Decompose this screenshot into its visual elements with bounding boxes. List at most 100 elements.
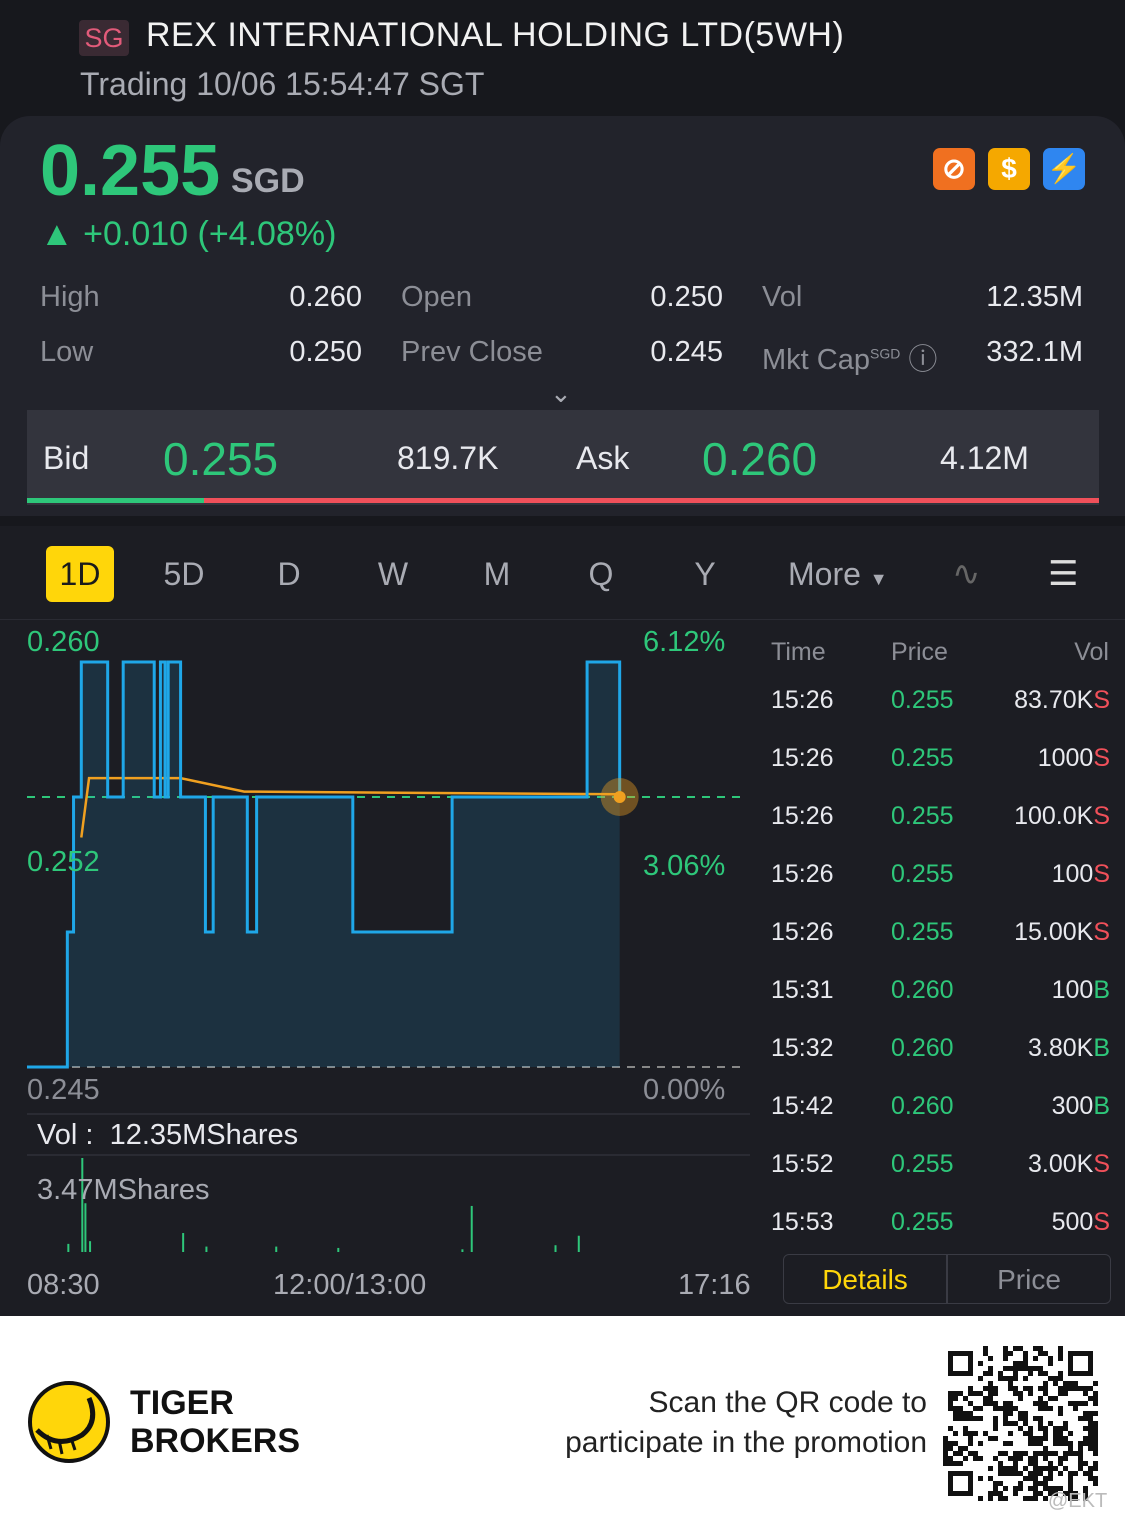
ask-price: 0.260 <box>702 433 818 485</box>
stat-value: 0.260 <box>289 281 362 313</box>
volume-bar <box>554 1245 557 1252</box>
tiger-brokers-logo <box>28 1381 110 1463</box>
pct-tick: 0.00% <box>643 1074 726 1106</box>
trade-price: 0.260 <box>891 976 954 1004</box>
market-badge: SG <box>79 20 129 56</box>
volume-bar <box>205 1246 208 1252</box>
trade-price: 0.255 <box>891 1208 954 1236</box>
trade-volume: 83.70KS <box>1014 686 1110 714</box>
stat-value: 0.250 <box>650 281 723 313</box>
trade-time: 15:31 <box>771 976 834 1004</box>
y-tick: 0.252 <box>27 846 100 878</box>
stat-label: Mkt CapSGD ⓘ <box>762 344 938 376</box>
trading-status: Trading 10/06 15:54:47 SGT <box>80 66 485 102</box>
volume-summary: Vol : 12.35MShares <box>37 1119 299 1151</box>
trade-price: 0.260 <box>891 1034 954 1062</box>
currency-sup: SGD <box>869 345 901 362</box>
trade-time: 15:32 <box>771 1034 834 1062</box>
stat-label: Prev Close <box>401 336 543 368</box>
trade-volume: 3.00KS <box>1027 1150 1110 1178</box>
ask-label: Ask <box>576 440 630 476</box>
tab-d[interactable]: D <box>255 546 323 602</box>
stat-value: 332.1M <box>986 336 1083 368</box>
details-button[interactable]: Details <box>783 1254 947 1304</box>
volume-bar <box>461 1249 464 1252</box>
trade-time: 15:53 <box>771 1208 834 1236</box>
trade-time: 15:26 <box>771 860 834 888</box>
volume-max: 3.47MShares <box>37 1174 210 1206</box>
promo-text: participate in the promotion <box>565 1426 927 1459</box>
stock-title: REX INTERNATIONAL HOLDING LTD(5WH) <box>146 16 845 54</box>
y-tick: 0.260 <box>27 626 100 658</box>
currency: SGD <box>231 162 305 200</box>
qr-code[interactable] <box>943 1346 1098 1501</box>
trade-price: 0.255 <box>891 918 954 946</box>
ask-ratio-bar <box>203 498 1099 503</box>
tab-m[interactable]: M <box>463 546 531 602</box>
tab-q[interactable]: Q <box>567 546 635 602</box>
up-triangle-icon: ▲ <box>40 215 84 253</box>
tab-5d[interactable]: 5D <box>150 546 218 602</box>
trade-volume: 500S <box>1051 1208 1110 1236</box>
trade-price: 0.255 <box>891 686 954 714</box>
pct-tick: 3.06% <box>643 850 726 882</box>
brand-name: TIGER <box>130 1384 234 1422</box>
trade-volume: 300B <box>1051 1092 1110 1120</box>
trades-header: Vol <box>1074 638 1109 666</box>
price-area <box>27 662 620 1067</box>
trade-price: 0.255 <box>891 744 954 772</box>
trade-time: 15:42 <box>771 1092 834 1120</box>
trade-time: 15:26 <box>771 686 834 714</box>
tab-1d[interactable]: 1D <box>46 546 114 602</box>
chart-settings-icon[interactable]: ☰ <box>1048 546 1078 602</box>
volume-bar <box>577 1235 580 1252</box>
trade-volume: 100B <box>1051 976 1110 1004</box>
trade-time: 15:26 <box>771 744 834 772</box>
volume-bar <box>275 1246 278 1252</box>
brand-name: BROKERS <box>130 1422 301 1460</box>
pct-tick: 6.12% <box>643 626 726 658</box>
volume-bar <box>84 1203 87 1252</box>
x-tick: 12:00/13:00 <box>273 1269 427 1301</box>
caret-down-icon: ▼ <box>869 569 888 589</box>
trade-price: 0.255 <box>891 1150 954 1178</box>
last-price: 0.255 <box>40 131 221 211</box>
trade-volume: 3.80KB <box>1027 1034 1110 1062</box>
info-icon[interactable]: ⓘ <box>908 344 937 376</box>
price-change: ▲ +0.010 (+4.08%) <box>40 215 336 254</box>
trade-volume: 100S <box>1051 860 1110 888</box>
stat-label: Low <box>40 336 94 368</box>
flash-icon[interactable]: ⚡ <box>1043 148 1085 190</box>
volume-bar <box>67 1243 70 1252</box>
trade-price: 0.255 <box>891 802 954 830</box>
trades-header: Price <box>891 638 948 666</box>
stat-value: 0.245 <box>650 336 723 368</box>
watermark: @EKT <box>1048 1490 1108 1512</box>
trade-volume: 100.0KS <box>1014 802 1110 830</box>
ask-size: 4.12M <box>940 440 1029 476</box>
volume-bar <box>337 1247 340 1252</box>
intraday-chart[interactable] <box>0 620 760 1270</box>
expand-chevron-icon[interactable]: ⌄ <box>550 378 572 409</box>
trades-header: Time <box>771 638 826 666</box>
trade-price: 0.260 <box>891 1092 954 1120</box>
no-short-icon[interactable]: ⊘ <box>933 148 975 190</box>
last-price-dot <box>613 791 626 803</box>
tab-more[interactable]: More ▼ <box>788 546 888 602</box>
volume-bar <box>182 1233 185 1252</box>
bid-label: Bid <box>43 440 90 476</box>
indicator-icon[interactable]: ∿ <box>952 546 981 602</box>
stat-label: High <box>40 281 100 313</box>
y-tick: 0.245 <box>27 1074 100 1106</box>
change-value: +0.010 (+4.08%) <box>83 215 337 253</box>
tab-w[interactable]: W <box>359 546 427 602</box>
x-tick: 17:16 <box>678 1269 751 1301</box>
stat-label: Vol <box>762 281 803 313</box>
stat-label: Open <box>401 281 472 313</box>
trade-time: 15:26 <box>771 802 834 830</box>
trade-volume: 15.00KS <box>1014 918 1110 946</box>
tab-y[interactable]: Y <box>671 546 739 602</box>
price-button[interactable]: Price <box>947 1254 1111 1304</box>
volume-bar <box>470 1205 473 1252</box>
dividend-icon[interactable]: $ <box>988 148 1030 190</box>
